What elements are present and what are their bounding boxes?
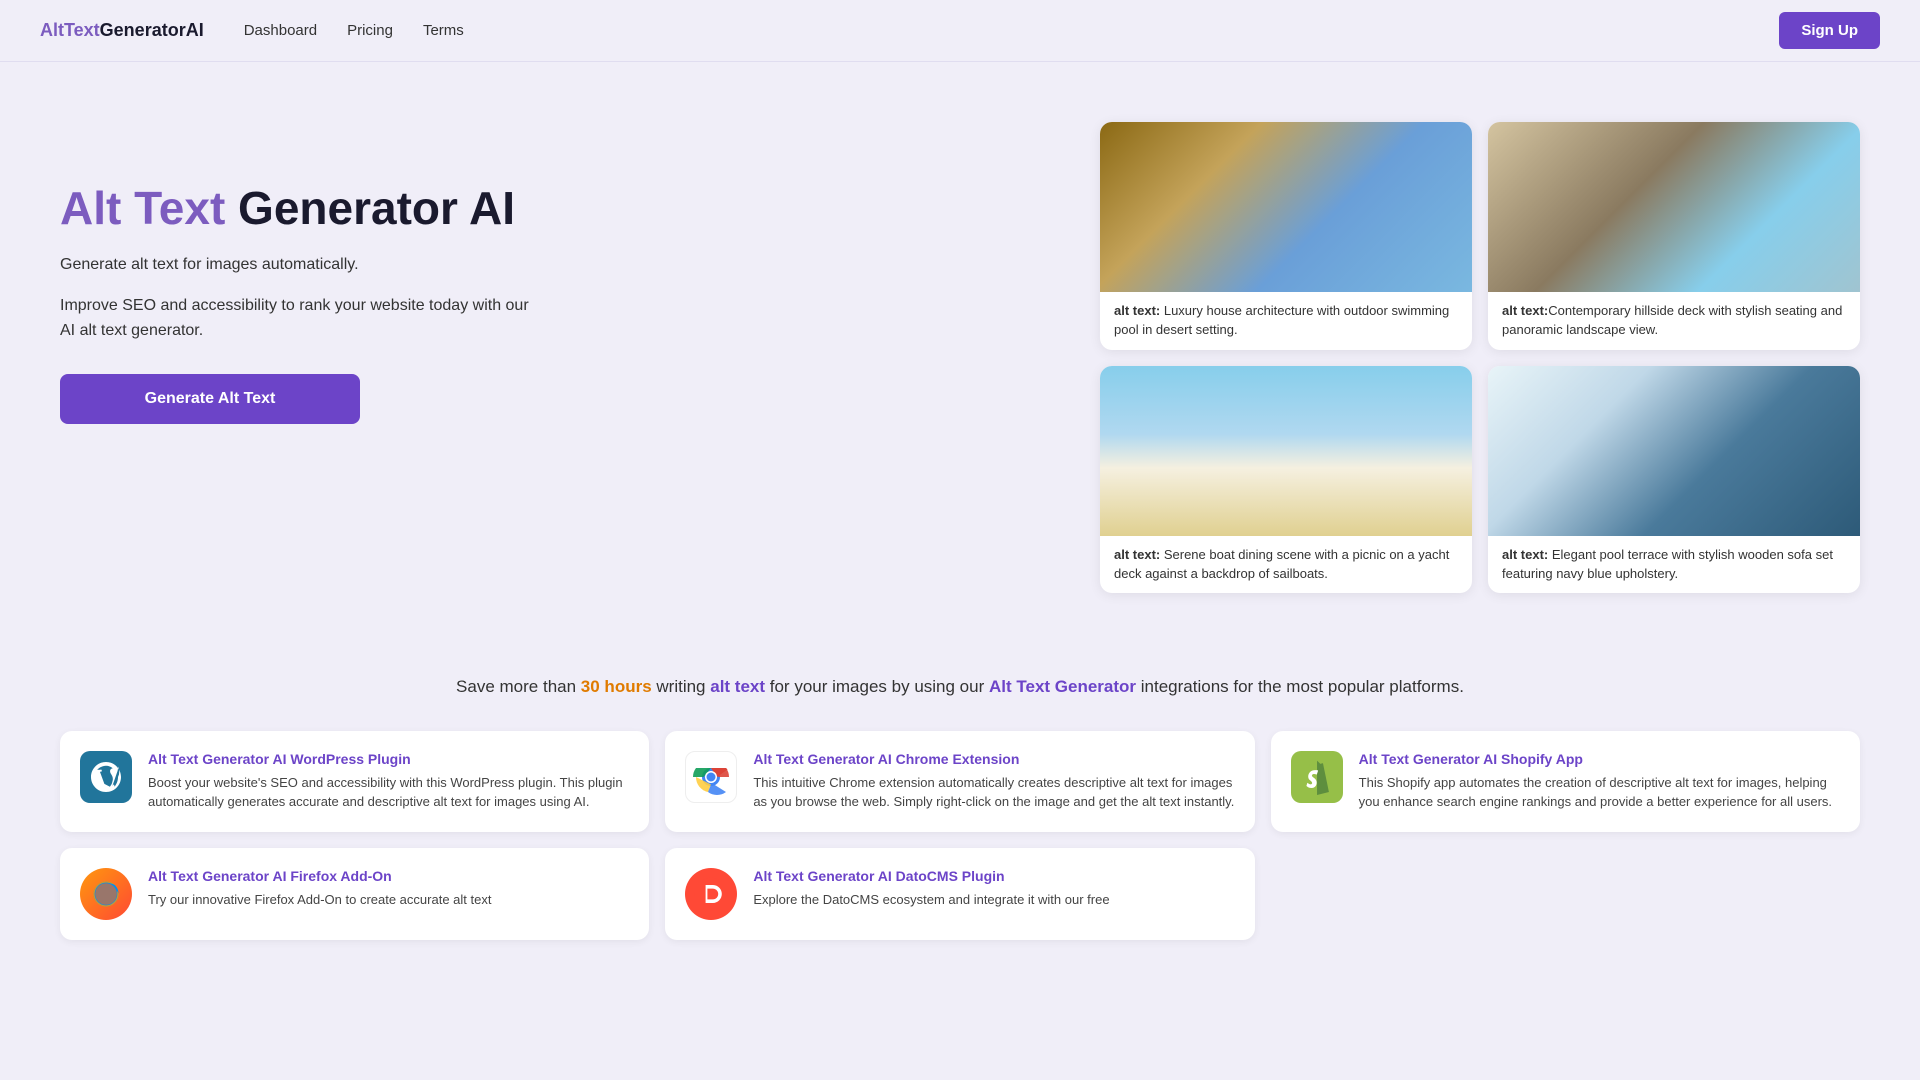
- hero-left: Alt Text Generator AI Generate alt text …: [60, 122, 540, 424]
- wordpress-title: Alt Text Generator AI WordPress Plugin: [148, 751, 629, 767]
- datocms-icon: [685, 868, 737, 920]
- firefox-icon: [80, 868, 132, 920]
- image-caption-3: alt text: Serene boat dining scene with …: [1100, 536, 1472, 594]
- nav-links: Dashboard Pricing Terms: [244, 22, 464, 39]
- nav-left: AltTextGeneratorAI Dashboard Pricing Ter…: [40, 20, 464, 41]
- hero-subtitle: Generate alt text for images automatical…: [60, 253, 540, 277]
- chrome-title: Alt Text Generator AI Chrome Extension: [753, 751, 1234, 767]
- chrome-icon: [685, 751, 737, 803]
- integrations-text-mid: writing: [652, 677, 711, 696]
- alt-text-label-1: alt text:: [1114, 303, 1160, 318]
- image-caption-4: alt text: Elegant pool terrace with styl…: [1488, 536, 1860, 594]
- plugins-top-row: Alt Text Generator AI WordPress Plugin B…: [60, 731, 1860, 832]
- integrations-hours: 30 hours: [581, 677, 652, 696]
- plugins-bottom-row: Alt Text Generator AI Firefox Add-On Try…: [60, 848, 1860, 940]
- datocms-title: Alt Text Generator AI DatoCMS Plugin: [753, 868, 1109, 884]
- image-2: [1488, 122, 1860, 292]
- alt-text-label-4: alt text:: [1502, 547, 1548, 562]
- shopify-title: Alt Text Generator AI Shopify App: [1359, 751, 1840, 767]
- hero-title-colored: Alt Text: [60, 182, 225, 234]
- image-caption-2: alt text:Contemporary hillside deck with…: [1488, 292, 1860, 350]
- shopify-icon: [1291, 751, 1343, 803]
- image-card-3: alt text: Serene boat dining scene with …: [1100, 366, 1472, 594]
- hero-section: Alt Text Generator AI Generate alt text …: [0, 62, 1920, 633]
- firefox-title: Alt Text Generator AI Firefox Add-On: [148, 868, 491, 884]
- hero-image-grid: alt text: Luxury house architecture with…: [1100, 122, 1860, 593]
- integrations-text-before: Save more than: [456, 677, 581, 696]
- logo-alt-text: AltText: [40, 20, 100, 40]
- nav-pricing[interactable]: Pricing: [347, 22, 393, 39]
- integrations-text-end: integrations for the most popular platfo…: [1136, 677, 1464, 696]
- logo-generator-text: GeneratorAI: [100, 20, 204, 40]
- image-caption-1: alt text: Luxury house architecture with…: [1100, 292, 1472, 350]
- firefox-info: Alt Text Generator AI Firefox Add-On Try…: [148, 868, 491, 910]
- alt-text-value-3: Serene boat dining scene with a picnic o…: [1114, 547, 1449, 581]
- image-card-2: alt text:Contemporary hillside deck with…: [1488, 122, 1860, 350]
- alt-text-value-4: Elegant pool terrace with stylish wooden…: [1502, 547, 1833, 581]
- wordpress-desc: Boost your website's SEO and accessibili…: [148, 773, 629, 812]
- plugin-card-firefox: Alt Text Generator AI Firefox Add-On Try…: [60, 848, 649, 940]
- alt-text-value-2: Contemporary hillside deck with stylish …: [1502, 303, 1842, 337]
- integrations-generator-link[interactable]: Alt Text Generator: [989, 677, 1136, 696]
- firefox-desc: Try our innovative Firefox Add-On to cre…: [148, 890, 491, 910]
- wordpress-icon: [80, 751, 132, 803]
- generate-alt-text-button[interactable]: Generate Alt Text: [60, 374, 360, 424]
- hero-title-dark: Generator AI: [225, 182, 515, 234]
- image-card-4: alt text: Elegant pool terrace with styl…: [1488, 366, 1860, 594]
- image-4: [1488, 366, 1860, 536]
- plugin-card-shopify: Alt Text Generator AI Shopify App This S…: [1271, 731, 1860, 832]
- image-3: [1100, 366, 1472, 536]
- integrations-alt-text-link[interactable]: alt text: [710, 677, 765, 696]
- hero-title: Alt Text Generator AI: [60, 182, 540, 235]
- signup-button[interactable]: Sign Up: [1779, 12, 1880, 49]
- alt-text-value-1: Luxury house architecture with outdoor s…: [1114, 303, 1449, 337]
- alt-text-label-3: alt text:: [1114, 547, 1160, 562]
- alt-text-label-2: alt text:: [1502, 303, 1548, 318]
- datocms-desc: Explore the DatoCMS ecosystem and integr…: [753, 890, 1109, 910]
- hero-description: Improve SEO and accessibility to rank yo…: [60, 293, 540, 344]
- integrations-section: Save more than 30 hours writing alt text…: [0, 633, 1920, 975]
- image-card-1: alt text: Luxury house architecture with…: [1100, 122, 1472, 350]
- nav-terms[interactable]: Terms: [423, 22, 464, 39]
- plugin-card-wordpress: Alt Text Generator AI WordPress Plugin B…: [60, 731, 649, 832]
- plugin-card-chrome: Alt Text Generator AI Chrome Extension T…: [665, 731, 1254, 832]
- integrations-tagline: Save more than 30 hours writing alt text…: [60, 673, 1860, 700]
- integrations-text-mid2: for your images by using our: [765, 677, 989, 696]
- shopify-info: Alt Text Generator AI Shopify App This S…: [1359, 751, 1840, 812]
- navbar: AltTextGeneratorAI Dashboard Pricing Ter…: [0, 0, 1920, 62]
- datocms-info: Alt Text Generator AI DatoCMS Plugin Exp…: [753, 868, 1109, 910]
- chrome-info: Alt Text Generator AI Chrome Extension T…: [753, 751, 1234, 812]
- nav-dashboard[interactable]: Dashboard: [244, 22, 317, 39]
- logo[interactable]: AltTextGeneratorAI: [40, 20, 204, 41]
- wordpress-info: Alt Text Generator AI WordPress Plugin B…: [148, 751, 629, 812]
- plugin-card-datocms: Alt Text Generator AI DatoCMS Plugin Exp…: [665, 848, 1254, 940]
- image-1: [1100, 122, 1472, 292]
- chrome-desc: This intuitive Chrome extension automati…: [753, 773, 1234, 812]
- shopify-desc: This Shopify app automates the creation …: [1359, 773, 1840, 812]
